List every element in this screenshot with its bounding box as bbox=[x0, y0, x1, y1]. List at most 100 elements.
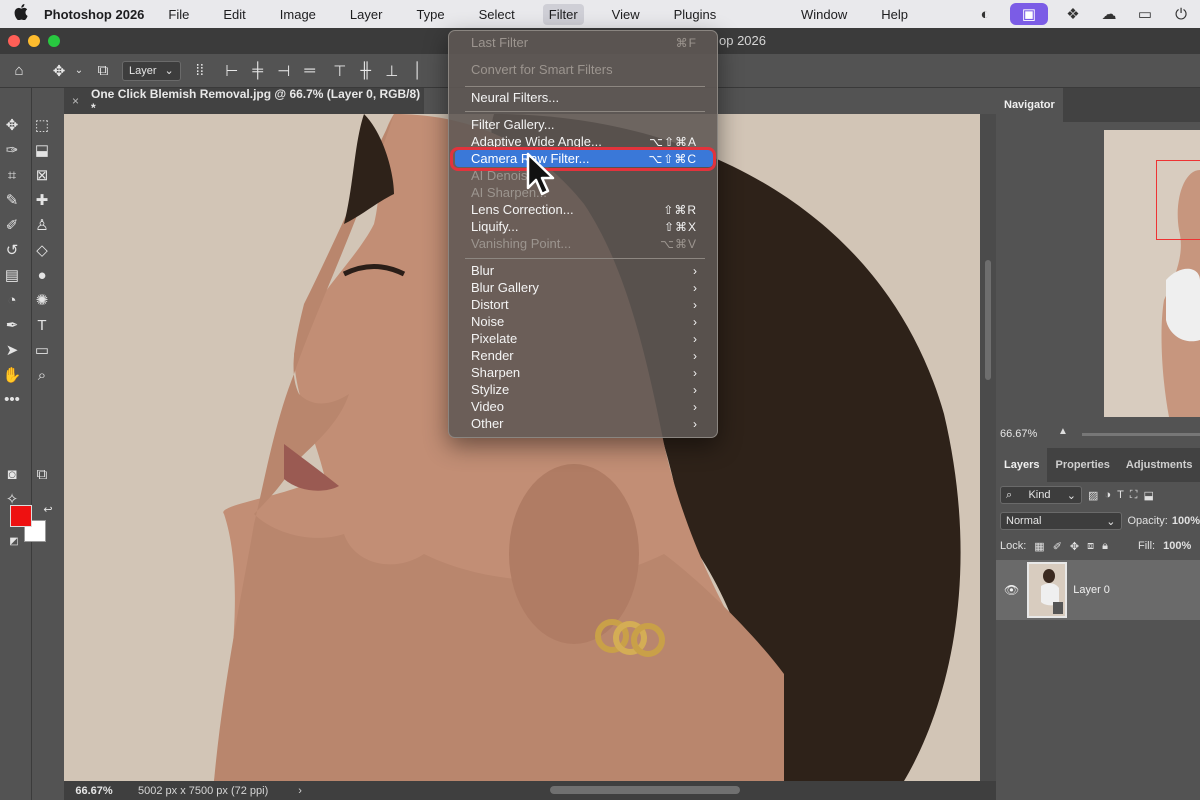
layer-thumbnail[interactable] bbox=[1027, 562, 1068, 618]
menu-item-blur-gallery[interactable]: Blur Gallery › bbox=[455, 279, 713, 296]
navigator-zoom-slider[interactable] bbox=[1082, 433, 1200, 436]
menu-item-lens-correction[interactable]: Lens Correction... ⇧⌘R bbox=[455, 201, 713, 218]
close-document-icon[interactable]: × bbox=[72, 94, 79, 108]
clone-stamp-tool-icon[interactable]: ♙ bbox=[30, 214, 54, 236]
menu-plugins[interactable]: Plugins bbox=[668, 4, 723, 25]
distribute-icon[interactable]: ═ bbox=[297, 62, 323, 79]
filter-smart-object-icon[interactable]: ⬓ bbox=[1144, 489, 1154, 502]
move-tool-icon[interactable]: ✥ bbox=[0, 114, 24, 136]
filter-shape-icon[interactable]: ⛶ bbox=[1130, 489, 1138, 502]
scroll-thumb[interactable] bbox=[985, 260, 991, 380]
tab-navigator[interactable]: Navigator bbox=[996, 88, 1063, 122]
dodge-tool-icon[interactable]: ◔ bbox=[0, 289, 24, 311]
filter-adjustment-icon[interactable]: ◑ bbox=[1104, 489, 1111, 501]
more-tools-icon[interactable]: ••• bbox=[0, 388, 24, 410]
home-icon[interactable]: ⌂ bbox=[6, 62, 32, 79]
menu-item-other[interactable]: Other › bbox=[455, 415, 713, 432]
minimize-window-button[interactable] bbox=[28, 35, 40, 47]
menu-file[interactable]: File bbox=[162, 4, 195, 25]
fill-value[interactable]: 100% bbox=[1163, 540, 1191, 552]
menu-item-stylize[interactable]: Stylize › bbox=[455, 381, 713, 398]
marquee-tool-icon[interactable]: ⬚ bbox=[30, 114, 54, 136]
tab-adjustments[interactable]: Adjustments bbox=[1118, 448, 1200, 482]
navigator-zoom[interactable]: 66.67% bbox=[1000, 428, 1037, 440]
cast-icon[interactable]: ▭ bbox=[1134, 3, 1156, 25]
layer-name[interactable]: Layer 0 bbox=[1073, 584, 1110, 596]
move-tool-icon[interactable]: ✥ bbox=[46, 62, 72, 80]
zoom-tool-icon[interactable]: ⌕ bbox=[30, 364, 54, 386]
menu-window[interactable]: Window bbox=[795, 4, 853, 25]
more-options-icon[interactable]: │ bbox=[405, 62, 431, 79]
navigator-preview[interactable] bbox=[1104, 130, 1200, 417]
lock-artboard-icon[interactable]: ⧈ bbox=[1087, 540, 1094, 553]
menu-image[interactable]: Image bbox=[274, 4, 322, 25]
align-center-icon[interactable]: ╪ bbox=[245, 62, 271, 79]
lock-transparent-icon[interactable]: ▦ bbox=[1034, 540, 1044, 553]
pen-tool-icon[interactable]: ✒ bbox=[0, 314, 24, 336]
align-right-icon[interactable]: ⊣ bbox=[271, 62, 297, 80]
navigator-view-box[interactable] bbox=[1156, 160, 1200, 240]
auto-select-icon[interactable]: ⧉ bbox=[90, 62, 116, 79]
layer-row[interactable]: 👁︎ Layer 0 bbox=[996, 560, 1200, 620]
document-tab[interactable]: × One Click Blemish Removal.jpg @ 66.7% … bbox=[64, 87, 424, 115]
quick-mask-icon[interactable]: ◙ bbox=[0, 463, 24, 485]
menu-item-video[interactable]: Video › bbox=[455, 398, 713, 415]
zoom-out-icon[interactable]: ▲ bbox=[1058, 426, 1068, 437]
chevron-down-icon[interactable]: ⌄ bbox=[72, 65, 86, 76]
close-window-button[interactable] bbox=[8, 35, 20, 47]
healing-brush-tool-icon[interactable]: ✚ bbox=[30, 189, 54, 211]
menu-item-distort[interactable]: Distort › bbox=[455, 296, 713, 313]
menu-item-noise[interactable]: Noise › bbox=[455, 313, 713, 330]
visibility-eye-icon[interactable]: 👁︎ bbox=[1004, 583, 1019, 597]
filter-pixel-icon[interactable]: ▨ bbox=[1088, 489, 1098, 502]
menu-item-blur[interactable]: Blur › bbox=[455, 262, 713, 279]
menu-filter[interactable]: Filter bbox=[542, 3, 584, 25]
filter-kind-dropdown[interactable]: ⌕ Kind ⌄ bbox=[1000, 486, 1082, 504]
menu-item-liquify[interactable]: Liquify... ⇧⌘X bbox=[455, 218, 713, 235]
eraser-tool-icon[interactable]: ◇ bbox=[30, 239, 54, 261]
zoom-level[interactable]: 66.67% bbox=[64, 785, 124, 797]
menu-type[interactable]: Type bbox=[410, 4, 450, 25]
frame-tool-icon[interactable]: ⊠ bbox=[30, 164, 54, 186]
hand-tool-icon[interactable]: ✋ bbox=[0, 364, 24, 386]
align-bottom-icon[interactable]: ⊥ bbox=[379, 62, 405, 80]
filter-type-icon[interactable]: T bbox=[1117, 489, 1124, 501]
lock-position-icon[interactable]: ✥ bbox=[1070, 540, 1079, 553]
generative-icon[interactable]: ✧ bbox=[0, 488, 24, 510]
auto-select-dropdown[interactable]: Layer ⌄ bbox=[122, 60, 181, 81]
menu-item-sharpen[interactable]: Sharpen › bbox=[455, 364, 713, 381]
menu-help[interactable]: Help bbox=[875, 4, 914, 25]
menu-edit[interactable]: Edit bbox=[217, 4, 251, 25]
object-select-tool-icon[interactable]: ⬓ bbox=[30, 139, 54, 161]
menu-item-render[interactable]: Render › bbox=[455, 347, 713, 364]
blur-tool-icon[interactable]: ● bbox=[30, 264, 54, 286]
vertical-scrollbar[interactable] bbox=[980, 114, 996, 781]
brush-tool-icon[interactable]: ✐ bbox=[0, 214, 24, 236]
gradient-tool-icon[interactable]: ▤ bbox=[0, 264, 24, 286]
app-name-menu[interactable]: Photoshop 2026 bbox=[44, 7, 144, 22]
dropbox-icon[interactable]: ❖ bbox=[1062, 3, 1084, 25]
sync-icon[interactable]: ☁ bbox=[1098, 3, 1120, 25]
menu-select[interactable]: Select bbox=[473, 4, 521, 25]
type-tool-icon[interactable]: T bbox=[30, 314, 54, 336]
align-left-icon[interactable]: ⊢ bbox=[219, 62, 245, 80]
lock-all-icon[interactable]: 🔒︎ bbox=[1102, 540, 1108, 553]
menu-layer[interactable]: Layer bbox=[344, 4, 389, 25]
zoom-window-button[interactable] bbox=[48, 35, 60, 47]
opacity-value[interactable]: 100% bbox=[1172, 515, 1200, 527]
tab-layers[interactable]: Layers bbox=[996, 448, 1048, 482]
default-colors-icon[interactable]: ◩ bbox=[2, 530, 26, 552]
menu-item-pixelate[interactable]: Pixelate › bbox=[455, 330, 713, 347]
eyedropper-tool-icon[interactable]: ✎ bbox=[0, 189, 24, 211]
creative-cloud-icon[interactable]: ◐ bbox=[974, 3, 996, 25]
sponge-tool-icon[interactable]: ✺ bbox=[30, 289, 54, 311]
swap-colors-icon[interactable]: ↩ bbox=[36, 498, 60, 520]
transform-controls-icon[interactable]: ⁞⁞ bbox=[187, 62, 213, 79]
screen-share-icon[interactable]: ▣ bbox=[1010, 3, 1048, 25]
rectangle-tool-icon[interactable]: ▭ bbox=[30, 339, 54, 361]
lasso-tool-icon[interactable]: ✑ bbox=[0, 139, 24, 161]
apple-icon[interactable] bbox=[12, 4, 30, 24]
menu-item-filter-gallery[interactable]: Filter Gallery... bbox=[455, 116, 713, 133]
align-middle-icon[interactable]: ╫ bbox=[353, 62, 379, 79]
screen-mode-icon[interactable]: ⧉ bbox=[30, 463, 54, 485]
